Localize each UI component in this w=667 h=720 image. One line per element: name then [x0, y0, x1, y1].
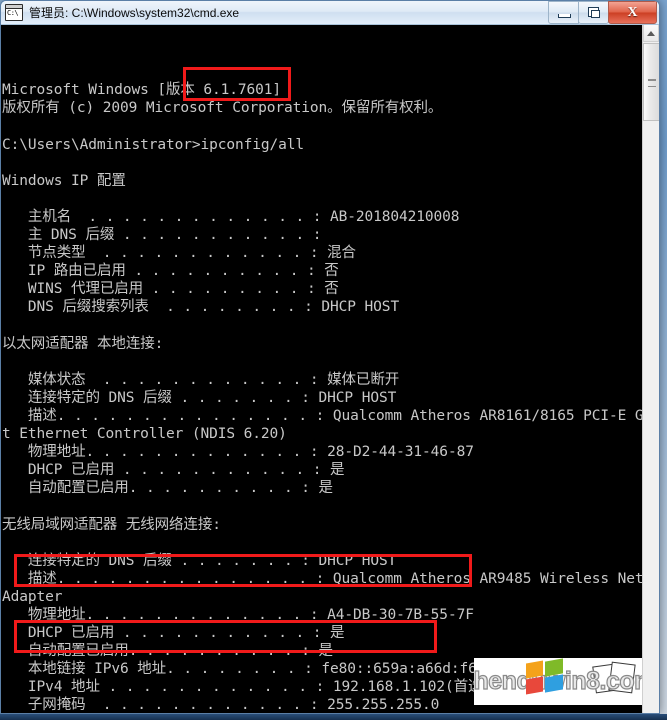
console-line: DHCP 已启用 . . . . . . . . . . . : 是: [2, 625, 345, 642]
command-prompt-window: 管理员: C:\Windows\system32\cmd.exe X Micro…: [0, 0, 660, 714]
console-line: 连接特定的 DNS 后缀 . . . . . . . : DHCP HOST: [2, 389, 397, 406]
console-line: 主机名 . . . . . . . . . . . . . : AB-20180…: [2, 208, 460, 225]
console-line: 无线局域网适配器 无线网络连接:: [2, 516, 221, 533]
window-titlebar[interactable]: 管理员: C:\Windows\system32\cmd.exe X: [1, 1, 659, 25]
restore-icon: [588, 7, 600, 18]
console-line: 物理地址. . . . . . . . . . . . . : 28-D2-44…: [2, 444, 474, 461]
console-line: Adapter: [2, 588, 63, 605]
console-client-area[interactable]: Microsoft Windows [版本 6.1.7601] 版权所有 (c) …: [1, 25, 659, 713]
console-line: Microsoft Windows [版本 6.1.7601]: [2, 82, 282, 99]
console-line: 以太网适配器 本地连接:: [2, 335, 164, 352]
watermark: shenduwin8.com: [474, 658, 642, 705]
console-line: 媒体状态 . . . . . . . . . . . . : 媒体已断开: [2, 371, 400, 388]
scrollbar-thumb[interactable]: [643, 43, 659, 121]
console-line: t Ethernet Controller (NDIS 6.20): [2, 426, 287, 443]
close-button[interactable]: X: [608, 1, 657, 24]
console-line: Windows IP 配置: [2, 172, 126, 189]
console-line: DNS 后缀搜索列表 . . . . . . . . : DHCP HOST: [2, 299, 400, 316]
console-line: 节点类型 . . . . . . . . . . . . : 混合: [2, 245, 356, 262]
windows-logo-icon: [526, 658, 566, 695]
console-line: 主 DNS 后缀 . . . . . . . . . . . :: [2, 227, 322, 244]
restore-button[interactable]: [578, 1, 609, 24]
close-icon: X: [627, 5, 638, 20]
minimize-button[interactable]: [548, 1, 579, 24]
window-title: 管理员: C:\Windows\system32\cmd.exe: [29, 6, 240, 20]
console-line: WINS 代理已启用 . . . . . . . . . : 否: [2, 281, 339, 298]
console-line: 版权所有 (c) 2009 Microsoft Corporation。保留所有…: [2, 100, 443, 117]
console-line: 连接特定的 DNS 后缀 . . . . . . . : DHCP HOST: [2, 552, 397, 569]
minimize-icon: [558, 14, 571, 18]
console-line: 自动配置已启用. . . . . . . . . . : 是: [2, 480, 333, 497]
cmd-icon[interactable]: [5, 4, 23, 21]
console-output[interactable]: Microsoft Windows [版本 6.1.7601] 版权所有 (c) …: [1, 25, 642, 713]
console-line: DHCP 已启用 . . . . . . . . . . . : 是: [2, 462, 345, 479]
taskbar: [0, 714, 667, 720]
console-line: IP 路由已启用 . . . . . . . . . . : 否: [2, 263, 339, 280]
console-line: C:\Users\Administrator>ipconfig/all: [2, 136, 305, 153]
console-line: 物理地址. . . . . . . . . . . . . : A4-DB-30…: [2, 607, 474, 623]
scroll-up-arrow-icon[interactable]: [643, 25, 659, 42]
console-line: 描述. . . . . . . . . . . . . . . : Qualco…: [2, 570, 642, 587]
console-scrollbar[interactable]: [642, 25, 659, 713]
window-controls: X: [548, 1, 657, 24]
console-line: 描述. . . . . . . . . . . . . . . : Qualco…: [2, 407, 642, 424]
